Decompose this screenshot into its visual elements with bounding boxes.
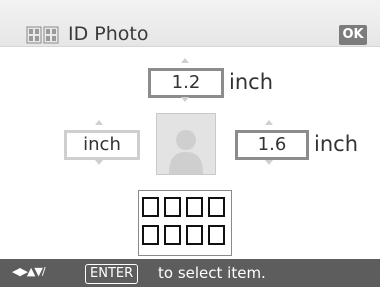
photo-sheet-icon: [26, 26, 60, 44]
layout-cell: [164, 197, 181, 217]
photo-preview: [156, 113, 216, 175]
enter-key-label: ENTER: [85, 264, 139, 284]
layout-cell: [186, 197, 203, 217]
footer-hint-text: to select item.: [158, 264, 266, 282]
footer-hint-bar: ◀▶▲▼/ ENTER to select item.: [0, 259, 380, 287]
dpad-arrows-icon: ◀▶▲▼/: [12, 265, 46, 278]
title-bar: ID Photo OK: [0, 0, 380, 47]
left-field-up-arrow-icon[interactable]: [95, 120, 103, 125]
layout-cell: [208, 197, 225, 217]
layout-cell: [186, 225, 203, 245]
ok-button[interactable]: OK: [339, 25, 367, 45]
height-unit-label: inch: [229, 70, 273, 94]
unit-field[interactable]: inch: [64, 130, 140, 160]
width-unit-label: inch: [314, 132, 358, 156]
right-field-down-arrow-icon[interactable]: [265, 160, 273, 165]
width-field[interactable]: 1.6: [235, 130, 309, 160]
height-field[interactable]: 1.2: [148, 68, 224, 98]
print-layout-grid[interactable]: [138, 190, 232, 256]
layout-cell: [142, 225, 159, 245]
layout-cell: [164, 225, 181, 245]
left-field-down-arrow-icon[interactable]: [95, 160, 103, 165]
layout-cell: [142, 197, 159, 217]
page-title: ID Photo: [68, 23, 149, 45]
right-field-up-arrow-icon[interactable]: [265, 120, 273, 125]
layout-cell: [208, 225, 225, 245]
person-silhouette-icon: [169, 130, 203, 174]
top-field-up-arrow-icon[interactable]: [181, 58, 189, 63]
top-field-down-arrow-icon[interactable]: [181, 97, 189, 102]
